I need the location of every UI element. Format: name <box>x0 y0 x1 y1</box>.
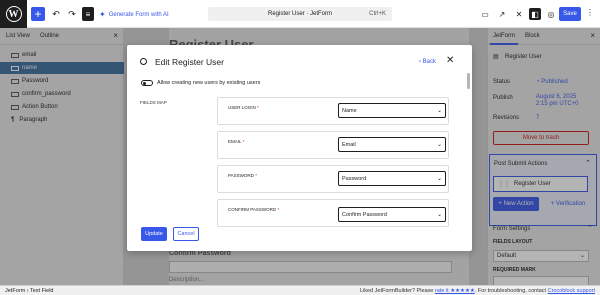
modal-title: Edit Register User <box>155 57 224 67</box>
field-map-value: Email <box>342 141 356 148</box>
add-block-button[interactable]: + <box>31 7 45 21</box>
field-map-row: PASSWORD * Password ⌄ <box>217 165 449 193</box>
desktop-preview-icon[interactable]: ▭ <box>479 8 491 20</box>
field-map-label-text: USER LOGIN <box>228 105 256 110</box>
jetform-icon[interactable]: ✕ <box>513 8 525 20</box>
wordpress-logo[interactable]: W <box>0 0 27 28</box>
external-view-icon[interactable]: ↗ <box>496 8 508 20</box>
chevron-down-icon: ⌄ <box>436 212 442 218</box>
required-mark: * <box>277 207 280 212</box>
support-link[interactable]: Crocoblock support <box>548 288 595 294</box>
notice-text-mid: . For troubleshooting, contact <box>474 288 548 294</box>
field-map-label: USER LOGIN * <box>228 105 259 110</box>
more-options-icon[interactable]: ⋮ <box>586 8 594 17</box>
required-mark: * <box>255 173 257 178</box>
field-map-row: CONFIRM PASSWORD * Confirm Password ⌄ <box>217 199 449 227</box>
list-view-icon[interactable]: ≡ <box>82 7 94 21</box>
back-label: Back <box>422 59 437 65</box>
chevron-down-icon: ⌄ <box>436 176 442 182</box>
fields-map: USER LOGIN * Name ⌄ EMAIL * Email ⌄ PASSWO… <box>217 97 449 237</box>
rate-link[interactable]: rate it ★★★★★ <box>435 288 475 294</box>
command-shortcut: Ctrl+K <box>369 11 386 17</box>
sparkle-icon: ✦ <box>99 10 106 19</box>
back-link[interactable]: ‹ Back <box>419 59 436 65</box>
document-bar[interactable]: Register User · JetForm Ctrl+K <box>208 7 392 21</box>
edit-register-user-modal: Edit Register User ‹ Back ✕ Allow creati… <box>127 45 472 251</box>
modal-scrollbar[interactable] <box>467 73 470 89</box>
field-map-label-text: CONFIRM PASSWORD <box>228 207 277 212</box>
field-map-label-text: EMAIL <box>228 139 242 144</box>
field-map-value: Password <box>342 175 367 182</box>
allow-existing-users-toggle[interactable] <box>141 80 153 86</box>
chevron-down-icon: ⌄ <box>436 108 442 114</box>
generate-form-label: Generate Form with AI <box>108 11 169 18</box>
fields-map-label: FIELDS MAP <box>140 100 167 105</box>
chevron-down-icon: ⌄ <box>436 142 442 148</box>
field-map-select[interactable]: Email ⌄ <box>338 137 446 152</box>
settings-icon <box>140 58 147 65</box>
field-map-value: Confirm Password <box>342 211 387 218</box>
field-map-select[interactable]: Confirm Password ⌄ <box>338 207 446 222</box>
required-mark: * <box>257 105 259 110</box>
field-map-label: PASSWORD * <box>228 173 257 178</box>
generate-form-button[interactable]: ✦ Generate Form with AI <box>99 10 169 19</box>
undo-icon[interactable]: ↶ <box>50 7 62 21</box>
settings-icon[interactable]: ◧ <box>529 8 541 20</box>
save-button[interactable]: Save <box>559 7 581 21</box>
plugin-icon[interactable]: ◎ <box>545 8 557 20</box>
notice-text: Liked JetFormBuilder? Please <box>360 288 435 294</box>
field-map-label: EMAIL * <box>228 139 244 144</box>
required-mark: * <box>242 139 245 144</box>
toggle-label: Allow creating new users by existing use… <box>157 80 261 86</box>
field-map-select[interactable]: Password ⌄ <box>338 171 446 186</box>
field-map-value: Name <box>342 107 357 114</box>
document-title: Register User · JetForm <box>267 11 332 17</box>
cancel-button[interactable]: Cancel <box>173 227 199 241</box>
redo-icon[interactable]: ↷ <box>66 7 78 21</box>
top-toolbar: W + ↶ ↷ ≡ ✦ Generate Form with AI Regist… <box>0 0 600 28</box>
field-map-row: USER LOGIN * Name ⌄ <box>217 97 449 125</box>
field-map-label: CONFIRM PASSWORD * <box>228 207 279 212</box>
update-button[interactable]: Update <box>141 227 167 241</box>
modal-header: Edit Register User ‹ Back ✕ <box>127 45 472 79</box>
wordpress-icon: W <box>5 6 22 22</box>
field-map-row: EMAIL * Email ⌄ <box>217 131 449 159</box>
footer-notice: Liked JetFormBuilder? Please rate it ★★★… <box>360 288 595 294</box>
field-map-select[interactable]: Name ⌄ <box>338 103 446 118</box>
editor-footer: JetForm › Text Field Liked JetFormBuilde… <box>0 285 600 295</box>
breadcrumb[interactable]: JetForm › Text Field <box>5 288 54 294</box>
field-map-label-text: PASSWORD <box>228 173 254 178</box>
close-icon[interactable]: ✕ <box>446 55 454 66</box>
